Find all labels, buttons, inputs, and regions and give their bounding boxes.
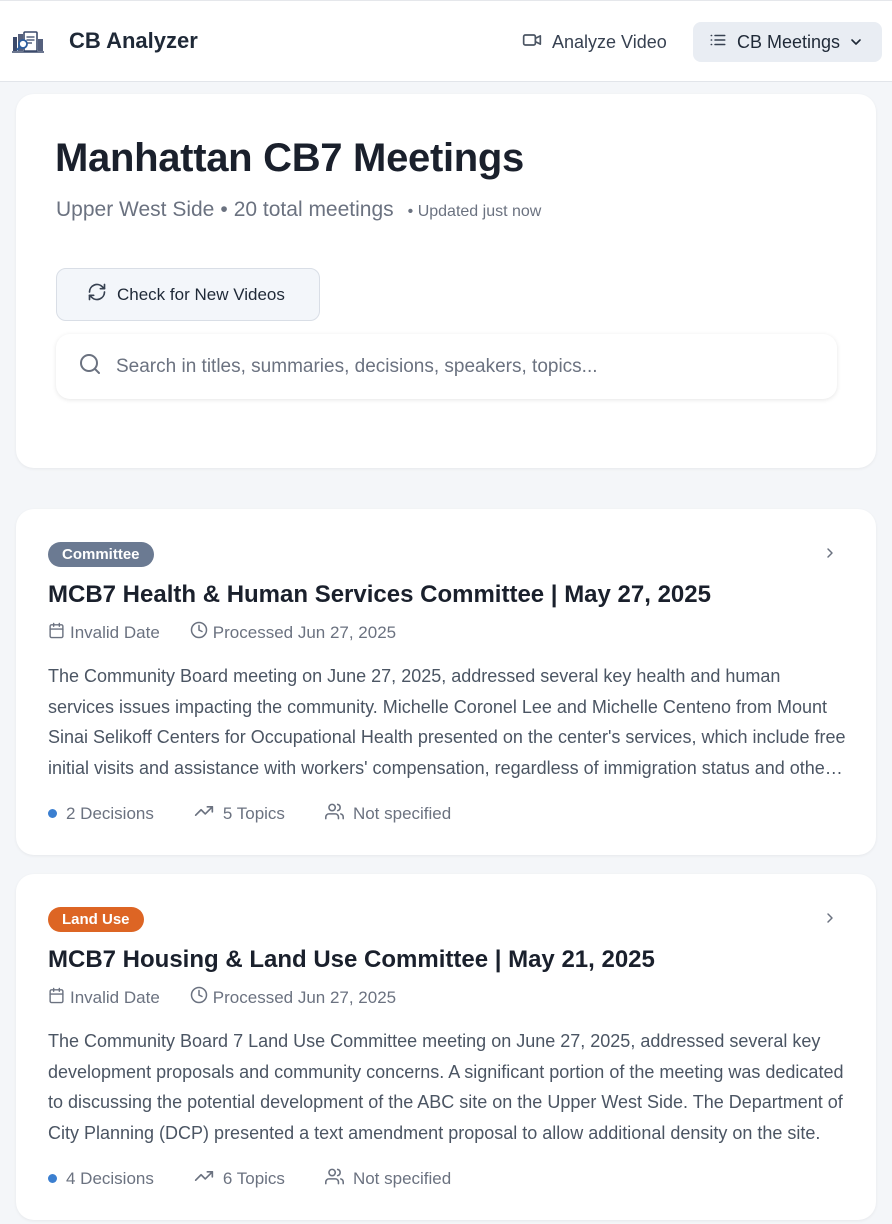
top-navbar: CB Analyzer Analyze Video CB Meetings <box>0 0 892 82</box>
processed-date: Processed Jun 27, 2025 <box>190 621 396 644</box>
speakers-text: Not specified <box>352 1168 452 1188</box>
meeting-card[interactable]: Committee MCB7 Health & Human Services C… <box>16 509 876 855</box>
clock-icon <box>190 621 208 644</box>
meeting-stats: 2 Decisions 5 Topics Not specified <box>48 801 491 826</box>
speakers-text: Not specified <box>352 803 452 823</box>
category-badge: Committee <box>48 542 154 567</box>
decisions-count: 2 Decisions <box>48 804 154 824</box>
decisions-dot-icon <box>48 1174 57 1183</box>
app-title[interactable]: CB Analyzer <box>69 28 198 54</box>
meeting-meta: Invalid Date Processed Jun 27, 2025 <box>48 986 426 1009</box>
meeting-card[interactable]: Land Use MCB7 Housing & Land Use Committ… <box>16 874 876 1220</box>
analyze-video-button[interactable]: Analyze Video <box>512 23 677 61</box>
meeting-date-text: Invalid Date <box>70 622 160 642</box>
meeting-meta: Invalid Date Processed Jun 27, 2025 <box>48 621 426 644</box>
cb-meetings-dropdown[interactable]: CB Meetings <box>693 22 882 62</box>
trending-icon <box>194 801 214 826</box>
trending-icon <box>194 1166 214 1191</box>
subtitle-separator: • <box>220 198 228 221</box>
board-area: Upper West Side <box>56 198 215 221</box>
refresh-icon <box>87 282 107 307</box>
clock-icon <box>190 986 208 1009</box>
decisions-dot-icon <box>48 809 57 818</box>
updated-status: • Updated just now <box>407 203 542 220</box>
speakers-info: Not specified <box>324 802 452 826</box>
meeting-summary: The Community Board meeting on June 27, … <box>48 666 846 778</box>
list-icon <box>709 31 727 54</box>
page-subtitle: Upper West Side • 20 total meetings • Updat… <box>56 198 541 222</box>
logo-icon[interactable] <box>12 29 44 55</box>
search-box <box>56 334 837 399</box>
chevron-right-icon[interactable] <box>822 910 838 931</box>
meeting-stats: 4 Decisions 6 Topics Not specified <box>48 1166 491 1191</box>
total-meetings: 20 total meetings <box>233 198 394 221</box>
calendar-icon <box>48 987 65 1009</box>
processed-date-text: Processed Jun 27, 2025 <box>212 987 397 1007</box>
cb-meetings-label: CB Meetings <box>737 31 841 52</box>
decisions-text: 2 Decisions <box>66 803 154 823</box>
header-card: Manhattan CB7 Meetings Upper West Side • 2… <box>16 94 876 468</box>
calendar-icon <box>48 622 65 644</box>
chevron-right-icon[interactable] <box>822 545 838 566</box>
topics-text: 5 Topics <box>222 803 285 823</box>
meeting-title[interactable]: MCB7 Health & Human Services Committee |… <box>48 581 711 609</box>
meeting-summary: The Community Board 7 Land Use Committee… <box>48 1031 844 1143</box>
meeting-date: Invalid Date <box>48 987 160 1009</box>
decisions-text: 4 Decisions <box>66 1168 154 1188</box>
check-new-videos-button[interactable]: Check for New Videos <box>56 268 320 321</box>
video-icon <box>522 30 542 55</box>
decisions-count: 4 Decisions <box>48 1169 154 1189</box>
topics-count: 6 Topics <box>194 1166 285 1191</box>
page-title: Manhattan CB7 Meetings <box>55 136 525 180</box>
topics-count: 5 Topics <box>194 801 285 826</box>
check-new-videos-label: Check for New Videos <box>117 284 285 304</box>
category-badge: Land Use <box>48 907 144 932</box>
processed-date: Processed Jun 27, 2025 <box>190 986 396 1009</box>
meeting-title[interactable]: MCB7 Housing & Land Use Committee | May … <box>48 946 655 974</box>
topics-text: 6 Topics <box>222 1168 285 1188</box>
speakers-info: Not specified <box>324 1167 452 1191</box>
search-input[interactable] <box>116 355 806 378</box>
meeting-date-text: Invalid Date <box>70 987 160 1007</box>
analyze-video-label: Analyze Video <box>552 31 667 52</box>
users-icon <box>324 1167 344 1191</box>
meeting-date: Invalid Date <box>48 622 160 644</box>
chevron-down-icon <box>848 34 864 55</box>
users-icon <box>324 802 344 826</box>
search-icon <box>78 352 102 381</box>
processed-date-text: Processed Jun 27, 2025 <box>212 622 397 642</box>
